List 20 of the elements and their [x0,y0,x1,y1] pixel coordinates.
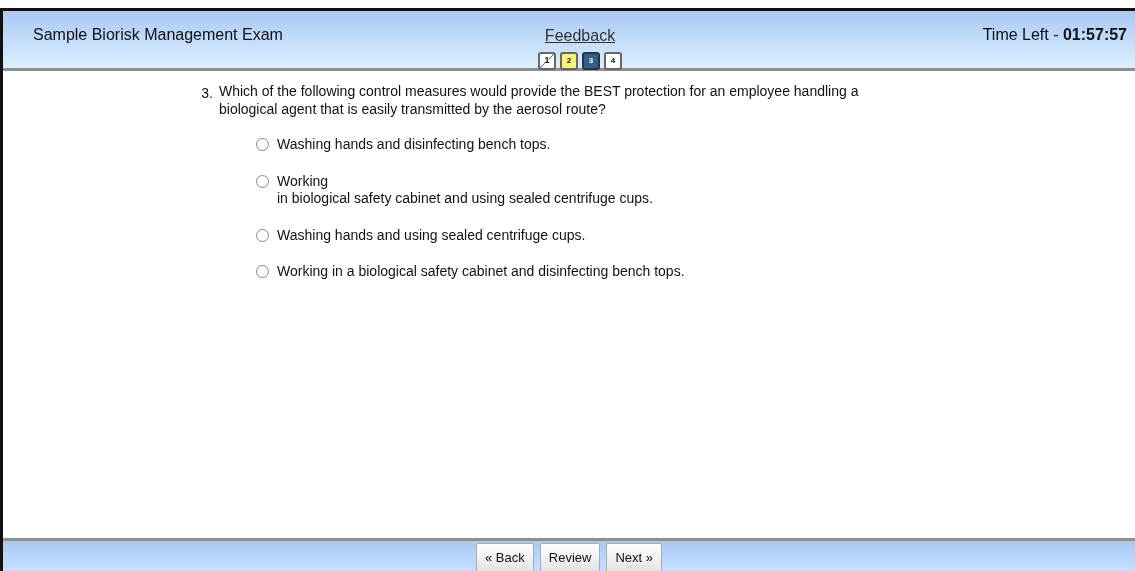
question-tab[interactable]: 1 [538,52,556,70]
nav-button[interactable]: « Back [476,543,534,571]
answer-option[interactable]: Working in a biological safety cabinet and disinfecting bench tops. [277,263,685,281]
answer-option[interactable]: Washing hands and using sealed centrifuge cups. [277,226,586,244]
radio-button[interactable] [256,228,269,242]
time-left: Time Left - 01:57:57 [982,25,1127,45]
question-number: 3. [200,84,213,103]
question-tab[interactable]: 2 [560,52,578,70]
answer-option[interactable]: Working in biological safety cabinet and using sealed centrifuge cups. [277,172,653,208]
radio-button[interactable] [256,138,269,151]
nav-button[interactable]: Next » [606,543,662,571]
radio-button[interactable] [256,174,269,188]
nav-button[interactable]: Review [539,543,601,571]
answer-option[interactable]: Washing hands and disinfecting bench tops. [277,136,551,154]
question-text: Which of the following control measures would provide the BEST protection for an employee handling a biological agent that is easily transmitted by the aerosol route? [219,83,860,118]
radio-button[interactable] [256,265,269,278]
exam-title: Sample Biorisk Management Exam [33,25,283,45]
question-tab[interactable]: 3 [582,52,600,70]
feedback-link[interactable]: Feedback [544,24,616,48]
question-tab[interactable]: 4 [604,52,622,70]
